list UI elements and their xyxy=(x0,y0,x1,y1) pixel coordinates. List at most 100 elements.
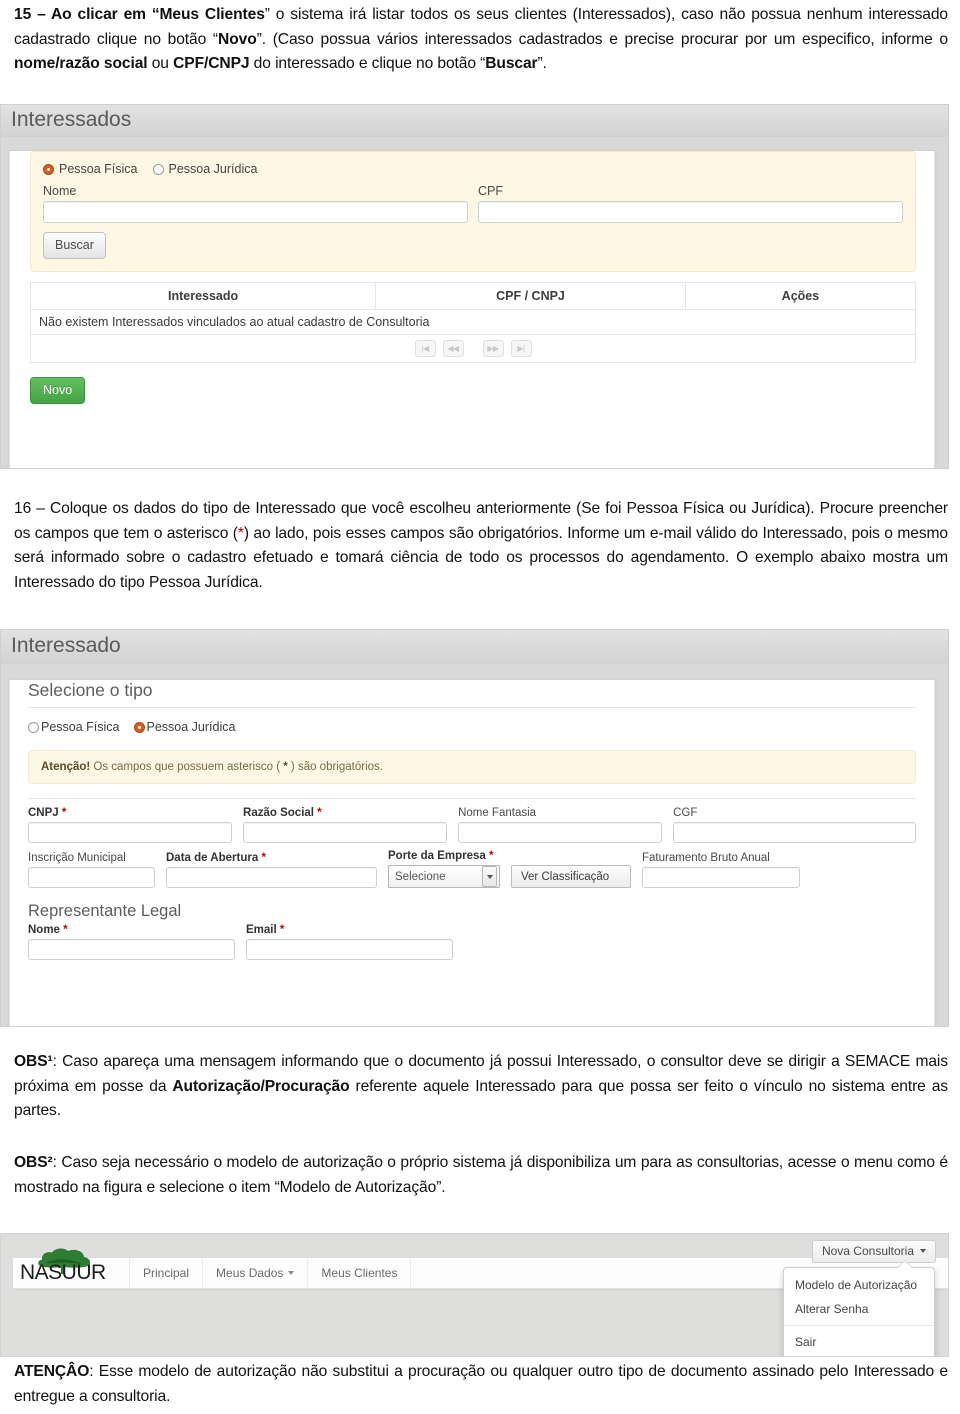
p15-seg-10: ”. xyxy=(537,55,547,72)
screenshot-interessados: Interessados Pessoa Física Pessoa Jurídi… xyxy=(0,104,949,469)
app-body: Pessoa Física Pessoa Jurídica Nome CPF B… xyxy=(9,151,935,468)
app-header: Interessados xyxy=(1,105,948,137)
radio-pessoa-juridica-icon-2[interactable] xyxy=(133,721,145,733)
consultoria-dropdown-menu: Modelo de Autorização Alterar Senha Sair xyxy=(783,1267,935,1356)
brand-name: NASUUR xyxy=(20,1261,106,1284)
th-cpf-cnpj: CPF / CNPJ xyxy=(375,282,686,310)
rep-email-input[interactable] xyxy=(246,939,453,960)
screenshot-menu: NASUUR Principal Meus Dados Meus Cliente… xyxy=(0,1233,949,1357)
menu-item-alterar-senha[interactable]: Alterar Senha xyxy=(784,1297,934,1321)
alert-pre: Os campos que possuem asterisco ( xyxy=(90,761,284,773)
screenshot-interessado: Interessado Selecione o tipo Pessoa Físi… xyxy=(0,629,949,1027)
nav-item-meus-dados[interactable]: Meus Dados xyxy=(203,1258,307,1288)
atencao-paragraph: ATENÇÂO: Esse modelo de autorização não … xyxy=(0,1360,960,1409)
nav-item-meus-clientes[interactable]: Meus Clientes xyxy=(308,1258,410,1288)
person-type-radio-group-2[interactable]: Pessoa Física Pessoa Jurídica xyxy=(10,708,934,750)
alert-post: ) são obrigatórios. xyxy=(287,761,383,773)
menu-item-sair[interactable]: Sair xyxy=(784,1330,934,1354)
menu-item-modelo-autorizacao[interactable]: Modelo de Autorização xyxy=(784,1273,934,1297)
required-fields-alert: Atenção! Os campos que possuem asterisco… xyxy=(28,750,916,784)
obs1-label: OBS¹ xyxy=(14,1053,53,1070)
chevron-down-icon-meus-dados xyxy=(288,1271,295,1275)
nav-item-principal[interactable]: Principal xyxy=(130,1258,202,1288)
obs2-text: OBS²: Caso seja necessário o modelo de a… xyxy=(14,1151,948,1200)
brand-logo[interactable]: NASUUR xyxy=(13,1248,129,1288)
label-cpf: CPF xyxy=(478,184,503,198)
porte-empresa-select[interactable]: Selecione xyxy=(388,865,500,888)
search-panel: Pessoa Física Pessoa Jurídica Nome CPF B… xyxy=(30,151,916,272)
obs1-text: OBS¹: Caso apareça uma mensagem informan… xyxy=(14,1050,948,1124)
p15-seg-4: ”. (Caso possua vários interessados cada… xyxy=(256,30,948,48)
radio-pessoa-juridica-label-2[interactable]: Pessoa Jurídica xyxy=(147,720,236,734)
paragraph-16-text: 16 – Coloque os dados do tipo de Interes… xyxy=(14,497,948,595)
section-title-selecione-tipo: Selecione o tipo xyxy=(28,680,153,700)
data-abertura-input[interactable] xyxy=(166,867,377,888)
label-data-abertura: Data de Abertura * xyxy=(166,852,266,864)
radio-pessoa-fisica-label[interactable]: Pessoa Física xyxy=(59,162,138,176)
radio-pessoa-fisica-icon[interactable] xyxy=(43,163,54,175)
label-nome: Nome xyxy=(43,184,77,198)
cgf-input[interactable] xyxy=(673,822,916,843)
chevron-down-icon[interactable] xyxy=(482,866,497,887)
chevron-down-icon-consultoria xyxy=(920,1249,926,1253)
label-faturamento-bruto-anual: Faturamento Bruto Anual xyxy=(642,852,770,864)
radio-pessoa-juridica-icon[interactable] xyxy=(152,163,164,175)
nova-consultoria-button[interactable]: Nova Consultoria xyxy=(811,1240,936,1263)
radio-pessoa-juridica-label[interactable]: Pessoa Jurídica xyxy=(169,162,258,176)
alert-strong: Atenção! xyxy=(41,761,91,773)
novo-button[interactable]: Novo xyxy=(30,377,86,404)
p15-seg-6: ou xyxy=(147,55,174,72)
form-row-2: Inscrição Municipal Data de Abertura * P… xyxy=(28,850,916,888)
nav-item-meus-clientes-label: Meus Clientes xyxy=(321,1266,398,1280)
label-rep-nome: Nome * xyxy=(28,924,68,936)
label-rep-email: Email * xyxy=(246,924,285,936)
atencao-body: : Esse modelo de autorização não substit… xyxy=(14,1363,948,1405)
ver-classificacao-button[interactable]: Ver Classificação xyxy=(511,865,631,888)
radio-pessoa-fisica-label-2[interactable]: Pessoa Física xyxy=(41,720,120,734)
search-nome-input[interactable] xyxy=(43,201,468,223)
th-acoes: Ações xyxy=(684,282,917,310)
app-body-2: Selecione o tipo Pessoa Física Pessoa Ju… xyxy=(9,680,935,1026)
nav-item-principal-label: Principal xyxy=(143,1266,190,1280)
th-interessado: Interessado xyxy=(29,282,377,310)
p15-seg-1: Meus Clientes xyxy=(159,6,265,23)
inscricao-municipal-input[interactable] xyxy=(28,867,155,888)
p15-seg-8: do interessado e clique no botão “ xyxy=(249,55,486,72)
interessados-table: Interessado CPF / CNPJ Ações Não existem… xyxy=(29,282,917,363)
paragraph-15: 15 – Ao clicar em “Meus Clientes” o sist… xyxy=(0,3,960,77)
paragraph-16: 16 – Coloque os dados do tipo de Interes… xyxy=(0,497,960,595)
label-cnpj: CNPJ * xyxy=(28,807,67,819)
page-title: Interessados xyxy=(11,108,132,131)
empty-message: Não existem Interessados vinculados ao a… xyxy=(30,309,916,335)
pagination-last-icon[interactable]: ▶| xyxy=(510,340,532,357)
rep-nome-input[interactable] xyxy=(28,939,235,960)
buscar-button[interactable]: Buscar xyxy=(43,232,106,259)
faturamento-bruto-anual-input[interactable] xyxy=(642,867,800,888)
p15-seg-3: Novo xyxy=(218,30,257,48)
menu-divider xyxy=(784,1325,934,1326)
cnpj-input[interactable] xyxy=(28,822,233,843)
pagination-next-icon[interactable]: ▶▶ xyxy=(482,340,504,357)
atencao-label: ATENÇÂO xyxy=(14,1363,90,1380)
label-razao-social: Razão Social * xyxy=(243,807,322,819)
p15-seg-9: Buscar xyxy=(485,55,538,72)
pagination[interactable]: |◀ ◀◀ ▶▶ ▶| xyxy=(31,335,915,362)
label-nome-fantasia: Nome Fantasia xyxy=(458,807,537,819)
p15-seg-7: CPF/CNPJ xyxy=(173,55,250,72)
table-header-row: Interessado CPF / CNPJ Ações xyxy=(29,282,917,310)
pagination-prev-icon[interactable]: ◀◀ xyxy=(442,340,464,357)
razao-social-input[interactable] xyxy=(243,822,448,843)
table-row: Não existem Interessados vinculados ao a… xyxy=(30,309,916,335)
representante-form: Nome * Email * xyxy=(10,922,934,960)
nome-fantasia-input[interactable] xyxy=(458,822,663,843)
porte-empresa-selected-value: Selecione xyxy=(395,870,446,883)
app-header-2: Interessado xyxy=(1,630,948,664)
form-row-1: CNPJ * Razão Social * Nome Fantasia CGF xyxy=(28,807,916,843)
radio-pessoa-fisica-icon-2[interactable] xyxy=(28,721,39,733)
search-cpf-input[interactable] xyxy=(478,201,903,223)
nav-item-meus-dados-label: Meus Dados xyxy=(216,1266,284,1280)
pagination-first-icon[interactable]: |◀ xyxy=(414,340,436,357)
obs1-bold: Autorização/Procuração xyxy=(172,1077,350,1095)
document-page: 15 – Ao clicar em “Meus Clientes” o sist… xyxy=(0,0,960,1414)
person-type-radio-group[interactable]: Pessoa Física Pessoa Jurídica xyxy=(43,162,903,176)
